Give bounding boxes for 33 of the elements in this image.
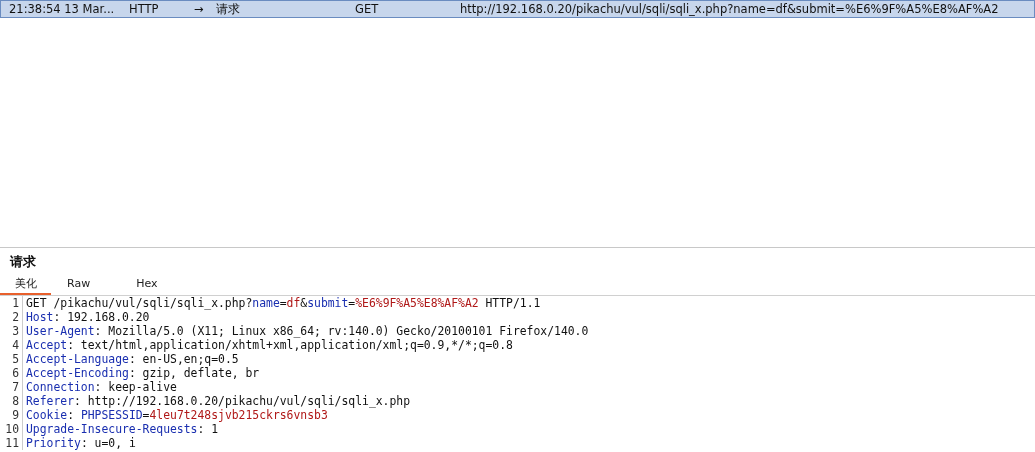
line-number: 9 [0,408,23,422]
code-line: Cookie: PHPSESSID=4leu7t248sjvb215ckrs6vnsb3 [26,408,328,422]
view-tab[interactable]: Raw [53,274,105,295]
line-number: 2 [0,310,23,324]
line-number: 3 [0,324,23,338]
code-line: Accept: text/html,application/xhtml+xml,application/xml;q=0.9,*/*;q=0.8 [26,338,513,352]
method-cell-text: GET [355,2,380,16]
url-cell-text: http://192.168.0.20/pikachu/vul/sqli/sqli_x.php?name=df&submit=%E6%9F%A5%E8%AF%A2 [460,2,1000,16]
code-line: Accept-Encoding: gzip, deflate, br [26,366,260,380]
message-cell-text: 请求 [216,1,241,17]
code-line: Accept-Language: en-US,en;q=0.5 [26,352,239,366]
history-row[interactable]: 21:38:54 13 Mar... HTTP → 请求 GET http://192.168.0.20/pikachu/vul/sqli/sqli_x.php?name=df&submit=%E6%9F%A5%E8%AF%A2 [0,0,1035,18]
view-tab[interactable]: 美化 [0,274,51,295]
code-line: Upgrade-Insecure-Requests: 1 [26,422,219,436]
line-number: 6 [0,366,23,380]
line-number: 10 [0,422,23,436]
view-tab[interactable]: Hex [122,274,172,295]
code-line: User-Agent: Mozilla/5.0 (X11; Linux x86_64; rv:140.0) Gecko/20100101 Firefox/140.0 [26,324,589,338]
code-line: Host: 192.168.0.20 [26,310,150,324]
code-line: Referer: http://192.168.0.20/pikachu/vul/sqli/sqli_x.php [26,394,411,408]
code-line: Priority: u=0, i [26,436,136,450]
line-number: 5 [0,352,23,366]
line-number: 1 [0,296,23,310]
pane-title: 请求 [8,253,37,271]
time-cell-text: 21:38:54 13 Mar... [9,2,116,16]
code-line: Connection: keep-alive [26,380,177,394]
type-cell-text: HTTP [129,2,160,16]
line-number: 7 [0,380,23,394]
code-line: GET /pikachu/vul/sqli/sqli_x.php?name=df&submit=%E6%9F%A5%E8%AF%A2 HTTP/1.1 [26,296,541,310]
direction-cell-text: → [194,2,205,16]
line-number: 8 [0,394,23,408]
line-number: 11 [0,436,23,450]
line-number: 4 [0,338,23,352]
